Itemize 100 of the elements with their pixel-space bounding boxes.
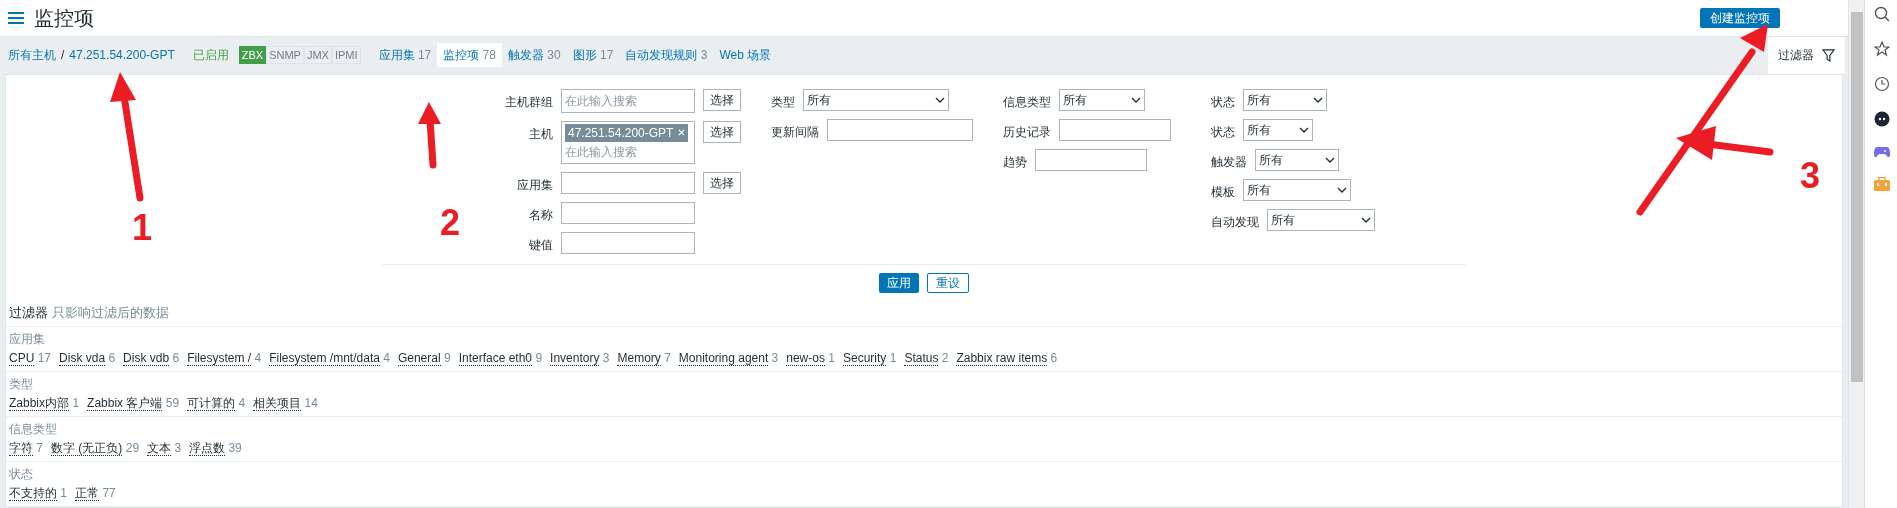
breadcrumb-link[interactable]: 47.251.54.200-GPT xyxy=(69,46,175,64)
subfilter-link[interactable]: Zabbix 客户端 59 xyxy=(87,394,180,412)
subfilter-link[interactable]: Monitoring agent 3 xyxy=(678,349,779,367)
annotation-number: 2 xyxy=(440,205,461,241)
reset-button[interactable]: 重设 xyxy=(927,272,969,293)
subfilter-link[interactable]: 浮点数 39 xyxy=(189,439,242,457)
select-field[interactable]: 所有 xyxy=(1243,118,1313,141)
subfilter-link[interactable]: Inventory 3 xyxy=(550,349,610,367)
select-field[interactable]: 所有 xyxy=(1243,178,1351,201)
subfilter-group-title: 信息类型 xyxy=(9,421,58,438)
breadcrumb-link[interactable]: 所有主机 xyxy=(8,46,56,64)
subfilter-link[interactable]: Status 2 xyxy=(904,349,949,367)
subfilter-group-title: 状态 xyxy=(9,466,34,483)
page-title: 监控项 xyxy=(34,5,94,31)
text-input[interactable] xyxy=(561,171,695,194)
breadcrumb-separator: / xyxy=(61,47,65,64)
subfilter-title: 过滤器 xyxy=(9,304,48,320)
scrollbar[interactable] xyxy=(1848,0,1864,508)
briefcase-icon[interactable] xyxy=(1874,177,1890,191)
select-button[interactable]: 选择 xyxy=(703,88,741,111)
field-label: 应用集 xyxy=(516,176,553,194)
field-label: 更新间隔 xyxy=(771,123,819,141)
subfilter-note: 只影响过滤后的数据 xyxy=(51,304,169,320)
field-label: 名称 xyxy=(528,206,553,224)
select-button[interactable]: 选择 xyxy=(703,120,741,143)
select-field[interactable]: 所有 xyxy=(803,88,949,111)
subfilter-link[interactable]: 数字 (无正负) 29 xyxy=(51,439,140,457)
subfilter-link[interactable]: new-os 1 xyxy=(786,349,835,367)
select-field[interactable]: 所有 xyxy=(1267,208,1375,231)
nav-tab[interactable]: 图形 17 xyxy=(566,43,620,67)
caret-icon xyxy=(935,96,945,103)
select-button[interactable]: 选择 xyxy=(703,171,741,194)
availability-badge: IPMI xyxy=(331,45,361,65)
field-label: 主机 xyxy=(528,125,553,143)
apply-button[interactable]: 应用 xyxy=(879,272,919,293)
subfilter-link[interactable]: Security 1 xyxy=(843,349,897,367)
caret-icon xyxy=(1131,96,1141,103)
subfilter-link[interactable]: Filesystem / 4 xyxy=(187,349,262,367)
select-field[interactable]: 所有 xyxy=(1059,88,1145,111)
star-icon[interactable] xyxy=(1874,41,1890,57)
close-icon[interactable] xyxy=(678,129,686,136)
text-input[interactable] xyxy=(1059,118,1171,141)
clock-icon[interactable] xyxy=(1874,76,1890,92)
subfilter-link[interactable]: Filesystem /mnt/data 4 xyxy=(269,349,390,367)
subfilter-link[interactable]: 可计算的 4 xyxy=(187,394,246,412)
host-status: 已启用 xyxy=(192,47,229,64)
annotation-number: 3 xyxy=(1800,158,1821,194)
subfilter-link[interactable]: CPU 17 xyxy=(9,349,52,367)
filter-tab[interactable]: 过滤器 xyxy=(1768,36,1845,74)
field-label: 状态 xyxy=(1211,93,1235,111)
annotation-arrow xyxy=(418,102,441,169)
search-icon[interactable] xyxy=(1874,6,1890,22)
text-input[interactable] xyxy=(827,118,973,141)
subfilter-link[interactable]: Memory 7 xyxy=(617,349,671,367)
annotation-number: 1 xyxy=(132,210,153,246)
field-label: 模板 xyxy=(1211,183,1235,201)
nav-tab[interactable]: 监控项 78 xyxy=(437,43,502,67)
subfilter-group-title: 应用集 xyxy=(9,331,46,348)
search-input[interactable]: 在此输入搜索 xyxy=(565,142,691,161)
text-input[interactable] xyxy=(561,231,695,254)
field-label: 类型 xyxy=(771,93,795,111)
subfilter-link[interactable]: 文本 3 xyxy=(147,439,182,457)
subfilter-link[interactable]: 正常 77 xyxy=(75,484,116,502)
subfilter-link[interactable]: 相关项目 14 xyxy=(253,394,318,412)
subfilter-group-title: 类型 xyxy=(9,376,34,393)
robot-ball-icon[interactable] xyxy=(1874,111,1890,127)
select-field[interactable]: 所有 xyxy=(1255,148,1339,171)
caret-icon xyxy=(1299,126,1309,133)
menu-icon[interactable] xyxy=(8,10,24,25)
availability-badge: JMX xyxy=(303,45,332,65)
create-item-button[interactable]: 创建监控项 xyxy=(1700,7,1780,28)
select-field[interactable]: 所有 xyxy=(1243,88,1327,111)
field-label: 状态 xyxy=(1211,123,1235,141)
subfilter-link[interactable]: 字符 7 xyxy=(9,439,44,457)
field-label: 自动发现 xyxy=(1211,213,1259,231)
subfilter-link[interactable]: Disk vda 6 xyxy=(59,349,116,367)
field-label: 主机群组 xyxy=(504,93,553,111)
subfilter-link[interactable]: Zabbix内部 1 xyxy=(9,394,80,412)
field-label: 触发器 xyxy=(1211,153,1247,171)
availability-badge: ZBX xyxy=(238,45,267,65)
nav-tab[interactable]: 自动发现规则 3 xyxy=(619,43,714,67)
gamepad-icon[interactable] xyxy=(1874,146,1890,158)
subfilter-link[interactable]: Interface eth0 9 xyxy=(458,349,543,367)
caret-icon xyxy=(1325,156,1335,163)
subfilter-link[interactable]: 不支持的 1 xyxy=(9,484,68,502)
caret-icon xyxy=(1337,186,1347,193)
subfilter-link[interactable]: Zabbix raw items 6 xyxy=(956,349,1058,367)
caret-icon xyxy=(1313,96,1323,103)
nav-tab[interactable]: 应用集 17 xyxy=(372,43,438,67)
text-input[interactable] xyxy=(561,201,695,224)
field-label: 键值 xyxy=(528,236,553,254)
filter-icon xyxy=(1822,48,1835,62)
nav-tab[interactable]: Web 场景 xyxy=(713,43,778,67)
text-input[interactable] xyxy=(1035,148,1147,171)
field-label: 信息类型 xyxy=(1003,93,1051,111)
nav-tab[interactable]: 触发器 30 xyxy=(501,43,567,67)
availability-badge: SNMP xyxy=(266,45,304,65)
field-label: 趋势 xyxy=(1003,153,1027,171)
subfilter-link[interactable]: Disk vdb 6 xyxy=(123,349,180,367)
subfilter-link[interactable]: General 9 xyxy=(397,349,451,367)
